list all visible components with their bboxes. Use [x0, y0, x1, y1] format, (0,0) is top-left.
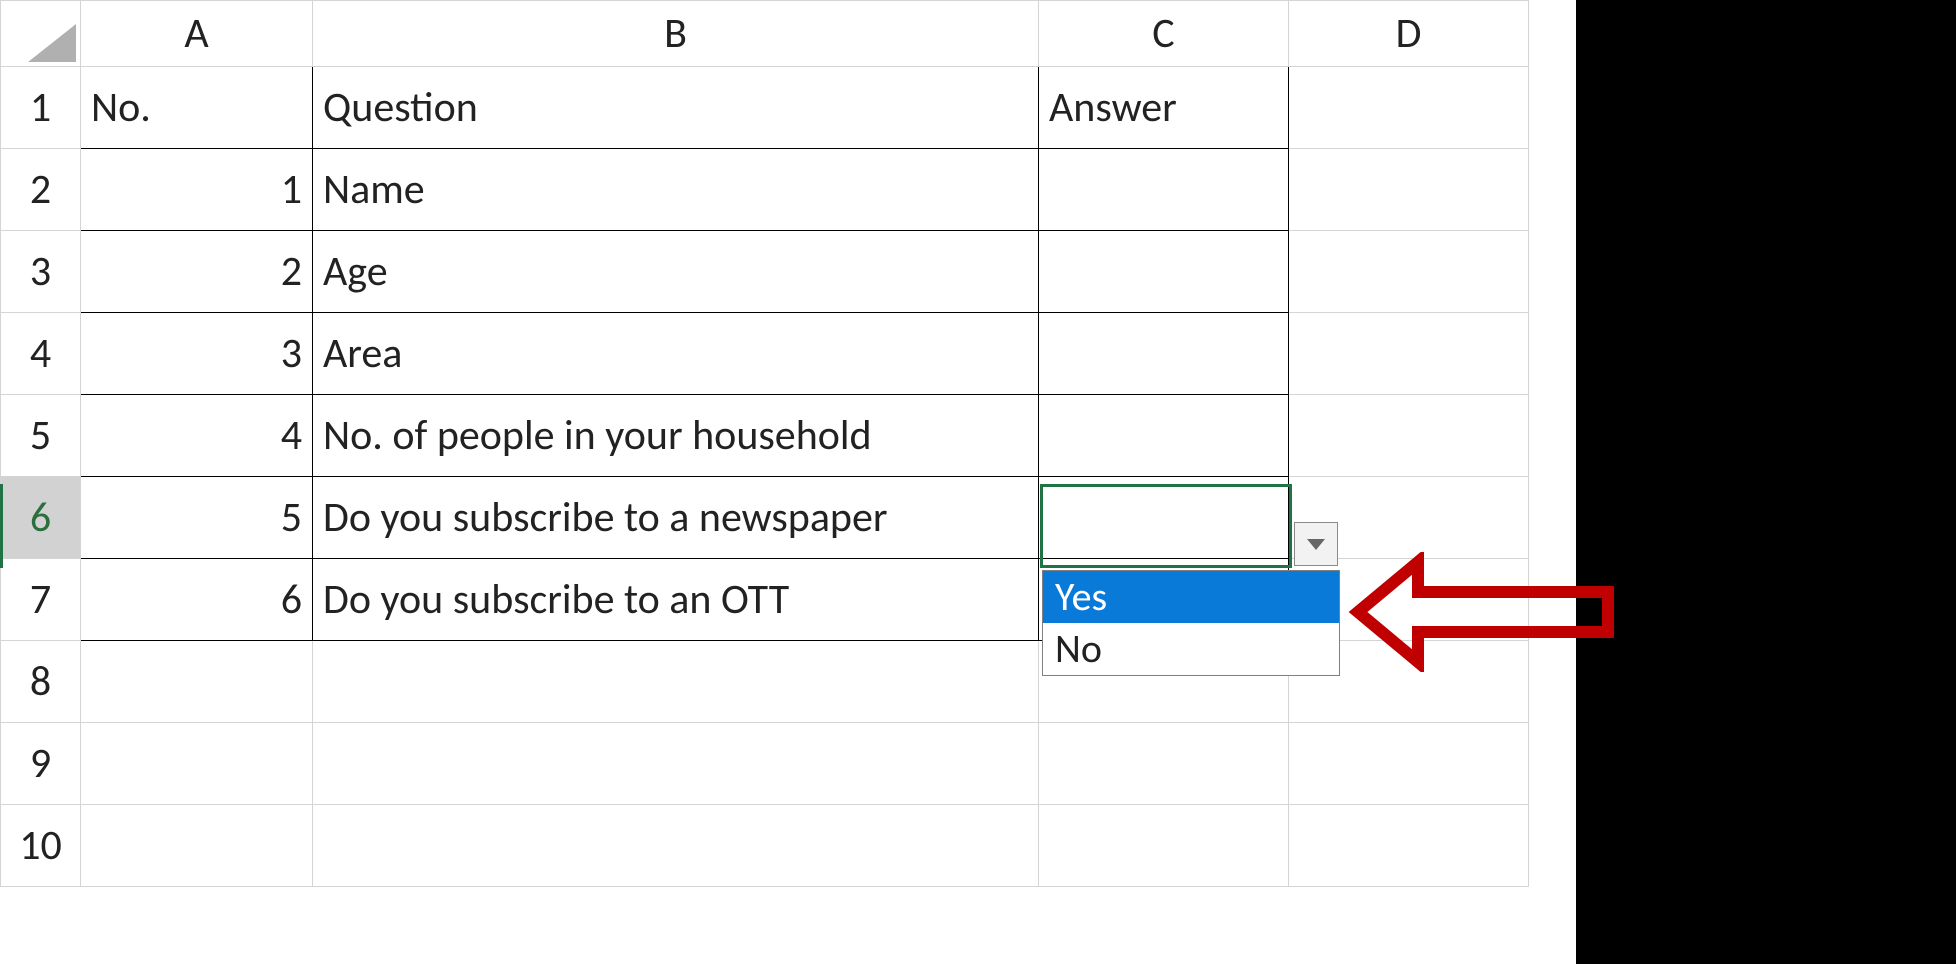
data-validation-dropdown-button[interactable]: [1294, 522, 1338, 566]
dropdown-option-no[interactable]: No: [1043, 623, 1339, 675]
col-header-D[interactable]: D: [1289, 1, 1529, 67]
cell-A3[interactable]: 2: [81, 231, 313, 313]
spreadsheet-viewport: A B C D 1 No. Question Answer 2 1 Name 3…: [0, 0, 1956, 964]
cell-A7[interactable]: 6: [81, 559, 313, 641]
cell-B5[interactable]: No. of people in your household: [313, 395, 1039, 477]
row-header-9[interactable]: 9: [1, 723, 81, 805]
row-header-3[interactable]: 3: [1, 231, 81, 313]
cell-B6[interactable]: Do you subscribe to a newspaper: [313, 477, 1039, 559]
cell-C2[interactable]: [1039, 149, 1289, 231]
cell-B10[interactable]: [313, 805, 1039, 887]
cell-C4[interactable]: [1039, 313, 1289, 395]
cell-D10[interactable]: [1289, 805, 1529, 887]
cell-D4[interactable]: [1289, 313, 1529, 395]
col-header-B[interactable]: B: [313, 1, 1039, 67]
cell-A1[interactable]: No.: [81, 67, 313, 149]
cell-A4[interactable]: 3: [81, 313, 313, 395]
row-header-10[interactable]: 10: [1, 805, 81, 887]
cell-B7[interactable]: Do you subscribe to an OTT: [313, 559, 1039, 641]
cell-D9[interactable]: [1289, 723, 1529, 805]
cell-B9[interactable]: [313, 723, 1039, 805]
data-validation-dropdown-list[interactable]: Yes No: [1042, 570, 1340, 676]
cell-D5[interactable]: [1289, 395, 1529, 477]
chevron-down-icon: [1307, 539, 1325, 550]
cell-C3[interactable]: [1039, 231, 1289, 313]
cell-C5[interactable]: [1039, 395, 1289, 477]
cell-A2[interactable]: 1: [81, 149, 313, 231]
annotation-arrow-icon: [1348, 552, 1628, 672]
row-header-7[interactable]: 7: [1, 559, 81, 641]
cell-A10[interactable]: [81, 805, 313, 887]
cell-A6[interactable]: 5: [81, 477, 313, 559]
cell-D1[interactable]: [1289, 67, 1529, 149]
dropdown-option-yes[interactable]: Yes: [1043, 571, 1339, 623]
cell-B4[interactable]: Area: [313, 313, 1039, 395]
cell-A8[interactable]: [81, 641, 313, 723]
row-header-2[interactable]: 2: [1, 149, 81, 231]
cell-B8[interactable]: [313, 641, 1039, 723]
cell-C10[interactable]: [1039, 805, 1289, 887]
row-header-8[interactable]: 8: [1, 641, 81, 723]
select-all-corner[interactable]: [1, 1, 81, 67]
cell-A5[interactable]: 4: [81, 395, 313, 477]
cell-B2[interactable]: Name: [313, 149, 1039, 231]
col-header-C[interactable]: C: [1039, 1, 1289, 67]
row-header-1[interactable]: 1: [1, 67, 81, 149]
cell-C9[interactable]: [1039, 723, 1289, 805]
col-header-A[interactable]: A: [81, 1, 313, 67]
cell-D2[interactable]: [1289, 149, 1529, 231]
cell-A9[interactable]: [81, 723, 313, 805]
active-row-indicator: [0, 484, 3, 568]
cell-B1[interactable]: Question: [313, 67, 1039, 149]
row-header-6[interactable]: 6: [1, 477, 81, 559]
cell-D3[interactable]: [1289, 231, 1529, 313]
row-header-4[interactable]: 4: [1, 313, 81, 395]
cell-C6[interactable]: [1039, 477, 1289, 559]
cell-C1[interactable]: Answer: [1039, 67, 1289, 149]
cell-B3[interactable]: Age: [313, 231, 1039, 313]
spreadsheet-grid: A B C D 1 No. Question Answer 2 1 Name 3…: [0, 0, 1529, 887]
row-header-5[interactable]: 5: [1, 395, 81, 477]
right-black-margin: [1576, 0, 1956, 964]
